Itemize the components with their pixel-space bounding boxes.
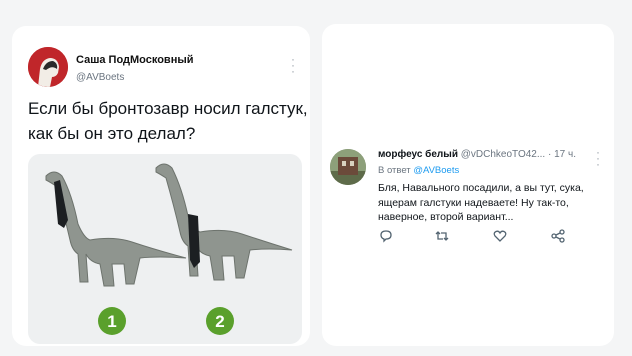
author-name[interactable]: Саша ПодМосковный xyxy=(76,54,194,66)
reply-author-handle[interactable]: @vDChkeoTO42... xyxy=(461,149,545,160)
more-options-icon[interactable]: · · · xyxy=(291,53,295,77)
reply-icon[interactable] xyxy=(378,228,394,244)
tweet-text-line: как бы он это делал? xyxy=(28,124,196,143)
tweet-text: Если бы бронтозавр носил галстук, как бы… xyxy=(28,96,308,146)
reply-text: Бля, Навального посадили, а вы тут, сука… xyxy=(378,181,602,225)
reply-card: морфеус белый @vDChkeoTO42... · 17 ч. · ·… xyxy=(322,24,614,346)
avatar[interactable] xyxy=(28,47,68,87)
author-handle[interactable]: @AVBoets xyxy=(76,72,124,83)
more-options-icon[interactable]: · · · xyxy=(596,146,600,170)
reply-author-line: морфеус белый @vDChkeoTO42... · 17 ч. xyxy=(378,149,600,160)
like-icon[interactable] xyxy=(492,228,508,244)
reply-to: В ответ @AVBoets xyxy=(378,165,459,176)
reply-text-line: ящерам галстуки надеваете! Ну так-то, xyxy=(378,196,569,209)
reply-to-handle[interactable]: @AVBoets xyxy=(413,165,459,176)
reply-to-label: В ответ xyxy=(378,165,411,176)
reply-text-line: наверное, второй вариант... xyxy=(378,211,514,223)
reply-text-line: Бля, Навального посадили, а вы тут, сука… xyxy=(378,182,584,194)
reply-avatar[interactable] xyxy=(330,149,366,185)
option-1-label: 1 xyxy=(107,312,116,331)
dinosaur-1-image xyxy=(45,171,187,287)
option-2-label: 2 xyxy=(215,312,224,331)
reply-time[interactable]: · 17 ч. xyxy=(548,149,576,160)
dinosaur-2-image xyxy=(155,163,293,281)
tweet-card: Саша ПодМосковный @AVBoets · · · Если бы б… xyxy=(12,26,310,346)
reply-author-name[interactable]: морфеус белый xyxy=(378,149,458,160)
tweet-image[interactable]: 1 2 xyxy=(28,154,302,344)
share-icon[interactable] xyxy=(550,228,566,244)
tweet-text-line: Если бы бронтозавр носил галстук, xyxy=(28,99,308,118)
retweet-icon[interactable] xyxy=(434,228,450,244)
reply-actions xyxy=(378,228,578,244)
